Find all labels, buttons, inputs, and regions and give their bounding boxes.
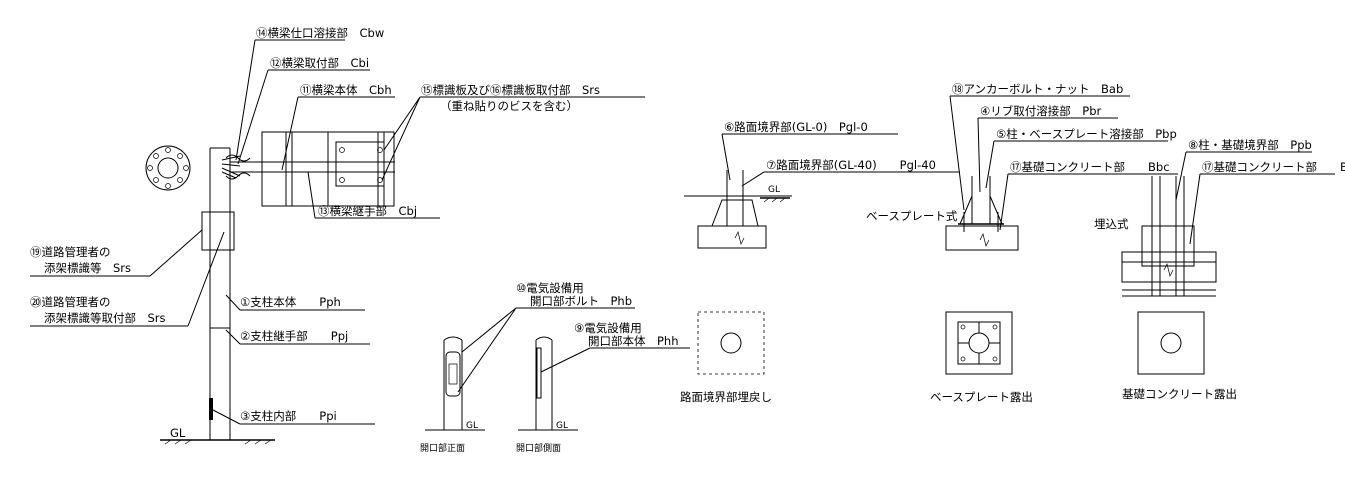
label-8: ⑧柱・基礎境界部 Ppb [1188, 138, 1312, 152]
opening-side-view [518, 336, 578, 431]
embedded-type-caption: 埋込式 [1094, 217, 1129, 231]
embedded-detail [1121, 176, 1217, 297]
label-4: ④リブ取付溶接部 Pbr [980, 104, 1102, 118]
baseplate-plan [945, 311, 1013, 375]
gl-label-front: GL [466, 421, 478, 431]
road-boundary-detail [684, 170, 792, 249]
gl-label-main: GL [170, 426, 186, 440]
baseplate-type-caption: ベースプレート式 [866, 209, 958, 223]
label-11: ⑪横梁本体 Cbh [300, 83, 392, 97]
label-18: ⑱アンカーボルト・ナット Bab [952, 82, 1123, 96]
label-14: ⑭横梁仕口溶接部 Cbw [256, 26, 384, 40]
label-13: ⑬横梁継手部 Cbj [318, 204, 417, 218]
gl-label-road: GL [768, 185, 780, 195]
road-sign-pole-inspection-diagram: GL ⑭横梁仕口溶接部 Cbw ⑫横梁取付部 Cbi ⑪横梁本体 Cbh ⑮標識… [30, 26, 1345, 454]
label-17-baseplate: ⑰基礎コンクリート部 Bbc [1010, 160, 1170, 174]
label-5: ⑤柱・ベースプレート溶接部 Pbp [996, 127, 1177, 141]
label-6: ⑥路面境界部(GL-0) Pgl-0 [724, 120, 868, 134]
gl-label-side: GL [556, 421, 568, 431]
concrete-exposed-caption: 基礎コンクリート露出 [1122, 387, 1237, 401]
opening-side-caption: 開口部側面 [516, 442, 561, 454]
label-1: ①支柱本体 Pph [240, 295, 341, 309]
road-backfill-plan [697, 311, 765, 375]
opening-front-caption: 開口部正面 [420, 442, 465, 454]
cross-beam [221, 131, 395, 207]
label-9-line1: ⑨電気設備用 [574, 321, 642, 335]
attached-sign-box [201, 211, 235, 251]
drawing-canvas: GL ⑭横梁仕口溶接部 Cbw ⑫横梁取付部 Cbi ⑪横梁本体 Cbh ⑮標識… [0, 0, 1345, 483]
label-12: ⑫横梁取付部 Cbi [270, 56, 369, 70]
label-10-line1: ⑩電気設備用 [516, 281, 584, 295]
label-19-line1: ⑲道路管理者の [30, 245, 111, 259]
label-15: ⑮標識板及び⑯標識板取付部 Srs [421, 83, 600, 97]
label-10-line2: 開口部ボルト Phb [530, 294, 632, 308]
label-15-note: （重ね貼りのビスを含む） [440, 99, 578, 113]
baseplate-exposed-caption: ベースプレート露出 [930, 390, 1033, 404]
label-2: ②支柱継手部 Ppj [240, 329, 348, 343]
label-19-line2: 添架標識等 Srs [44, 261, 131, 275]
road-backfill-caption: 路面境界部埋戻し [680, 390, 772, 404]
flange-plan-view [145, 145, 191, 191]
label-3: ③支柱内部 Ppi [240, 409, 337, 423]
label-7: ⑦路面境界部(GL-40) Pgl-40 [766, 158, 936, 172]
concrete-plan [1137, 311, 1205, 375]
opening-front-view [425, 336, 485, 431]
label-20-line1: ⑳道路管理者の [30, 295, 111, 309]
label-20-line2: 添架標識等取付部 Srs [44, 311, 166, 325]
label-9-line2: 開口部本体 Phh [588, 334, 679, 348]
label-17-embedded: ⑰基礎コンクリート部 Bbc [1202, 160, 1345, 174]
